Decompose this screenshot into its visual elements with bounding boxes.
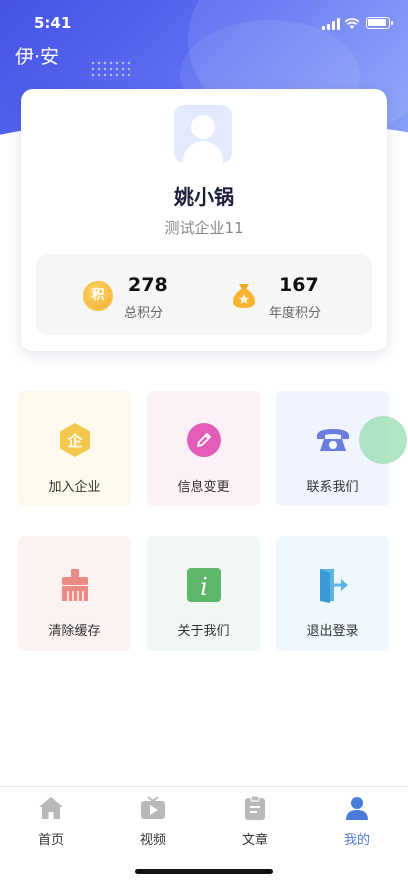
video-icon: [141, 796, 165, 819]
total-points-value: 278: [128, 274, 168, 296]
tab-article[interactable]: 文章: [204, 787, 306, 857]
app-title: 伊·安: [15, 46, 60, 68]
tab-label: 首页: [37, 833, 64, 848]
tab-video[interactable]: 视频: [102, 787, 204, 857]
enterprise-icon-text: 企: [66, 432, 83, 450]
tile-label: 关于我们: [177, 624, 230, 639]
company-name: 测试企业11: [164, 219, 244, 237]
broom-icon: [62, 569, 88, 601]
home-indicator: [135, 869, 273, 874]
info-icon-text: i: [200, 573, 208, 601]
edit-icon: [187, 423, 221, 457]
total-points-label: 总积分: [124, 306, 164, 321]
info-icon: i: [187, 568, 221, 602]
article-icon: [245, 795, 265, 820]
about-us-button[interactable]: i 关于我们: [147, 536, 260, 651]
tile-label: 清除缓存: [48, 624, 101, 639]
cellular-signal-icon: [322, 18, 340, 30]
logout-icon: [320, 569, 348, 603]
avatar-head-shape: [191, 115, 215, 139]
profile-icon: [346, 797, 368, 820]
tile-label: 联系我们: [306, 480, 359, 495]
join-enterprise-button[interactable]: 企 加入企业: [18, 391, 131, 506]
tab-profile[interactable]: 我的: [306, 787, 408, 857]
avatar-body-shape: [183, 141, 223, 163]
profile-card: 姚小锅 测试企业11 积 278 总积分 167 年度积分: [21, 89, 387, 351]
tab-label: 我的: [343, 833, 370, 848]
tile-label: 加入企业: [48, 480, 101, 495]
clear-cache-button[interactable]: 清除缓存: [18, 536, 131, 651]
enterprise-icon: 企: [60, 423, 90, 457]
points-panel: 积 278 总积分 167 年度积分: [36, 254, 372, 335]
tile-label: 信息变更: [177, 480, 230, 495]
dot-pattern: [90, 60, 130, 80]
money-bag-icon: [232, 284, 256, 308]
phone-icon: [317, 429, 349, 451]
floating-assistive-button[interactable]: [359, 416, 407, 464]
tile-label: 退出登录: [306, 624, 359, 639]
year-points-label: 年度积分: [269, 306, 322, 321]
status-bar: 5:41: [0, 0, 408, 44]
tab-label: 文章: [241, 833, 268, 848]
wifi-icon: [344, 18, 360, 29]
logout-button[interactable]: 退出登录: [276, 536, 389, 651]
home-icon: [39, 797, 63, 819]
status-time: 5:41: [34, 14, 72, 32]
user-name: 姚小锅: [174, 185, 234, 209]
info-change-button[interactable]: 信息变更: [147, 391, 260, 506]
avatar[interactable]: [174, 105, 232, 163]
points-coin-icon: 积: [83, 281, 113, 311]
tab-label: 视频: [139, 833, 166, 848]
tab-home[interactable]: 首页: [0, 787, 102, 857]
battery-icon: [366, 17, 393, 29]
year-points-value: 167: [279, 274, 319, 296]
